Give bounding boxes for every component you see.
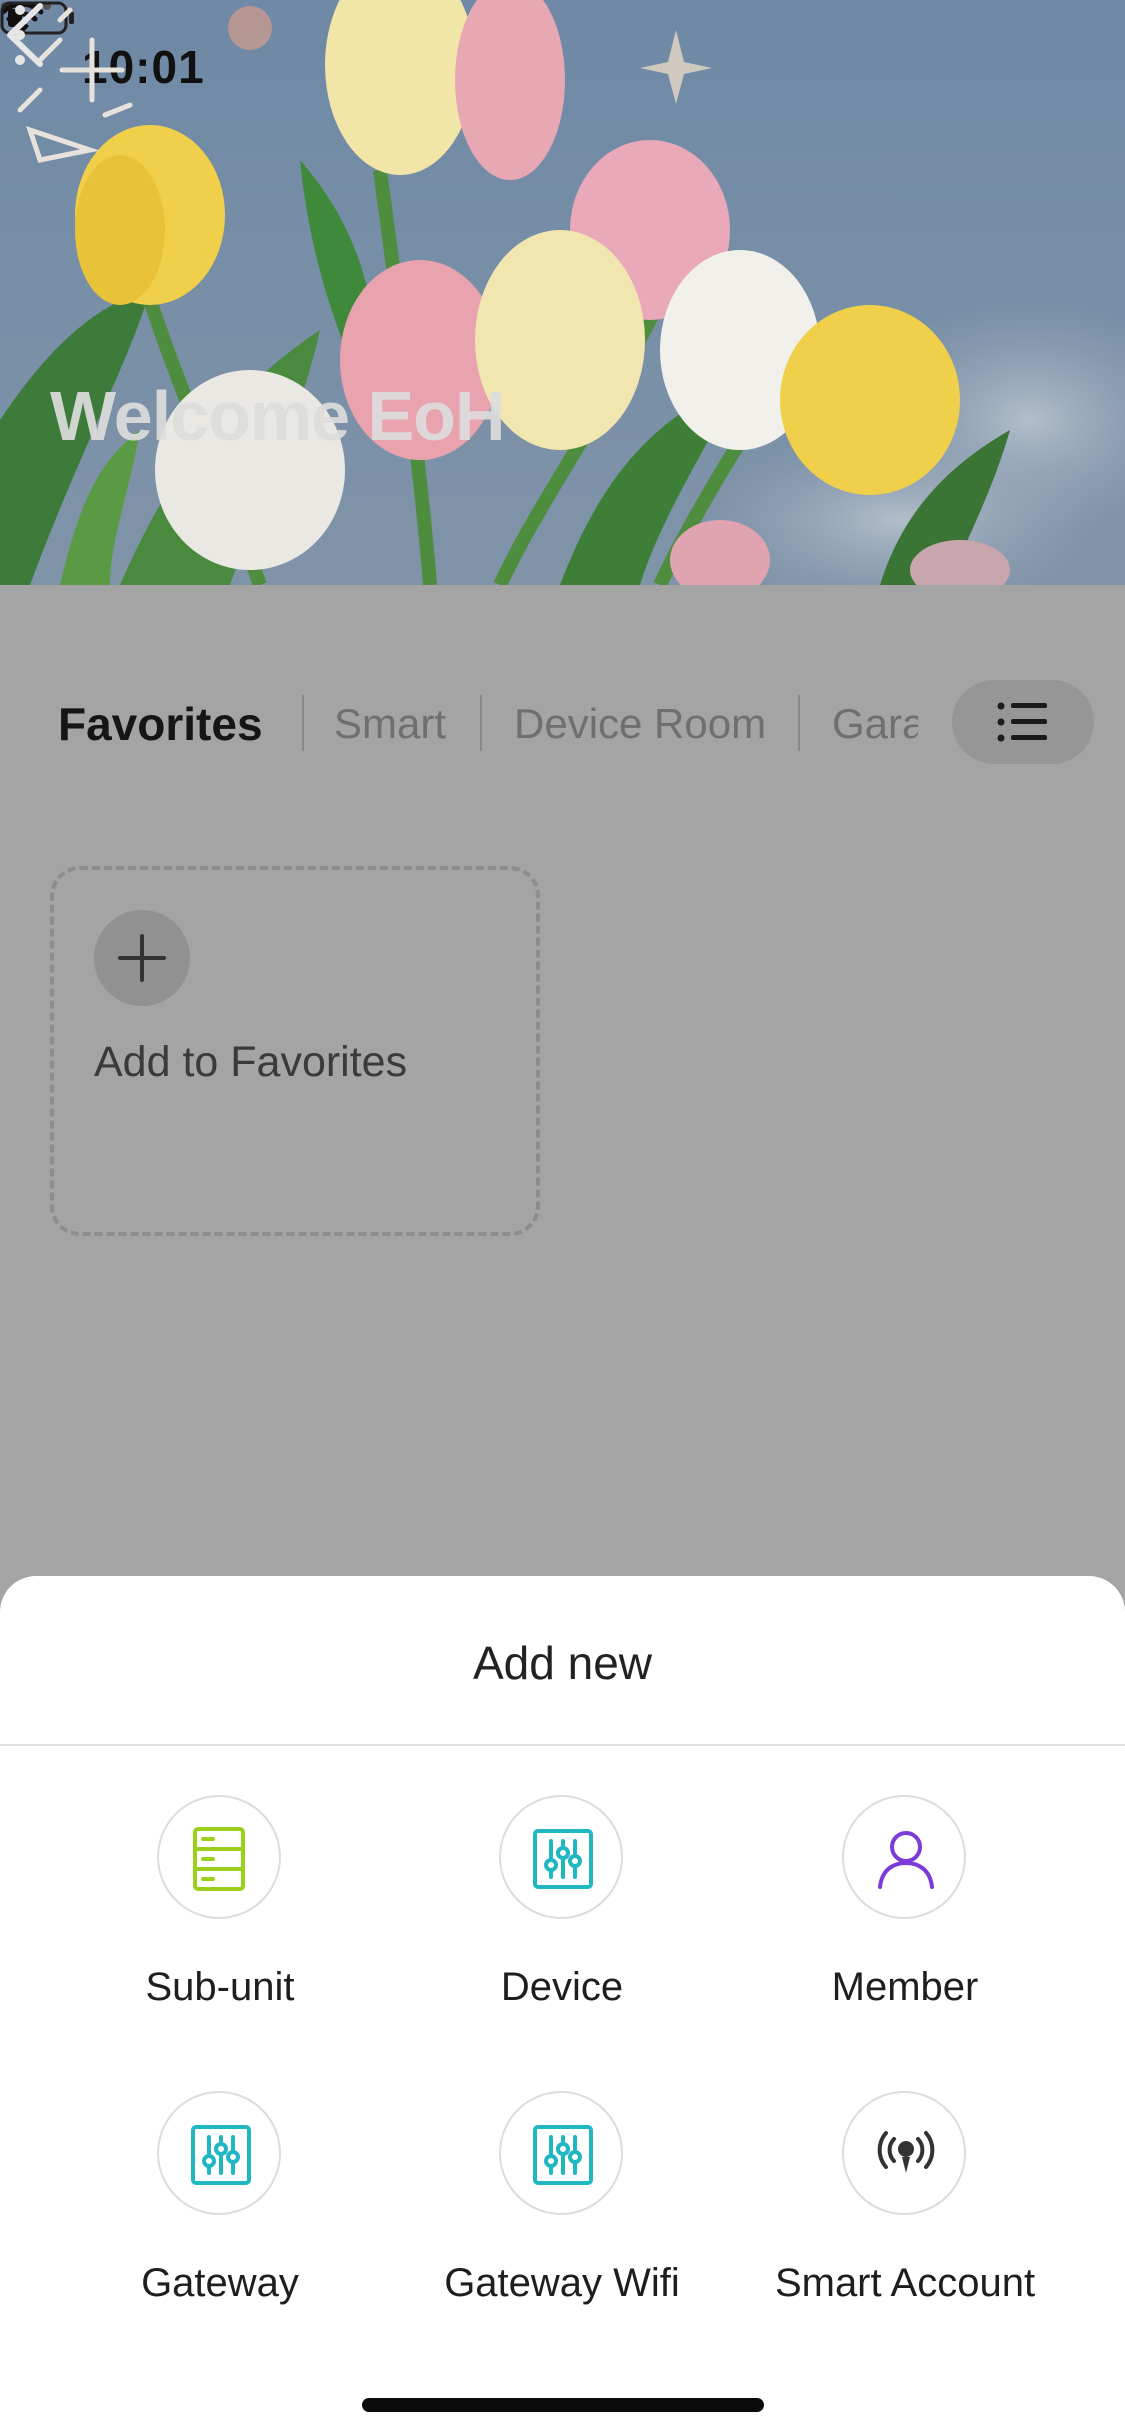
option-smart-account[interactable]: Smart Account: [735, 2091, 1075, 2341]
option-sub-unit-circle[interactable]: [157, 1795, 281, 1919]
tab-device-room[interactable]: Device Room: [514, 700, 766, 748]
option-smart-account-label: Smart Account: [774, 2261, 1036, 2305]
add-favorite-button[interactable]: [94, 910, 190, 1006]
page-title: Welcome EoH: [50, 377, 505, 455]
status-bar: 10:01: [0, 0, 1125, 130]
hero-banner: 10:01 Welcome EoH: [0, 0, 1125, 585]
option-sub-unit[interactable]: Sub-unit: [50, 1795, 390, 2045]
broadcast-icon: [877, 2131, 935, 2173]
option-gateway-wifi-circle[interactable]: [499, 2091, 623, 2215]
divider: [0, 1744, 1125, 1746]
list-icon: [997, 702, 1047, 742]
sliders-gateway-icon: [191, 2125, 251, 2185]
sliders-gateway-wifi-icon: [533, 2125, 593, 2185]
option-gateway-label: Gateway: [141, 2261, 299, 2305]
option-device-circle[interactable]: [499, 1795, 623, 1919]
tab-divider: [302, 695, 304, 751]
tab-smart[interactable]: Smart: [334, 700, 446, 748]
option-member[interactable]: Member: [735, 1795, 1075, 2045]
option-member-label: Member: [831, 1965, 979, 2009]
option-gateway-wifi[interactable]: Gateway Wifi: [392, 2091, 732, 2341]
option-device-label: Device: [500, 1965, 624, 2009]
add-to-favorites-card[interactable]: Add to Favorites: [50, 866, 540, 1236]
option-smart-account-circle[interactable]: [842, 2091, 966, 2215]
option-member-circle[interactable]: [842, 1795, 966, 1919]
add-new-sheet: Add new Sub-unit Device Member Gateway G…: [0, 1576, 1125, 2436]
tab-divider: [798, 695, 800, 751]
home-indicator[interactable]: [362, 2398, 764, 2412]
plus-icon: [118, 934, 166, 982]
option-gateway-circle[interactable]: [157, 2091, 281, 2215]
add-to-favorites-label: Add to Favorites: [94, 1038, 408, 1086]
option-gateway[interactable]: Gateway: [50, 2091, 390, 2341]
option-device[interactable]: Device: [392, 1795, 732, 2045]
tab-list-button[interactable]: [952, 680, 1094, 764]
sliders-device-icon: [533, 1829, 593, 1889]
server-rack-icon: [193, 1827, 245, 1891]
tab-favorites[interactable]: Favorites: [58, 697, 263, 751]
user-icon: [878, 1831, 934, 1889]
option-sub-unit-label: Sub-unit: [145, 1965, 295, 2009]
more-vertical-icon[interactable]: [0, 0, 40, 70]
option-gateway-wifi-label: Gateway Wifi: [444, 2261, 680, 2305]
sheet-title: Add new: [472, 1637, 652, 1689]
category-tabs: Favorites Smart Device Room Gara: [0, 680, 1125, 770]
tab-gara[interactable]: Gara: [832, 700, 918, 748]
tab-divider: [480, 695, 482, 751]
